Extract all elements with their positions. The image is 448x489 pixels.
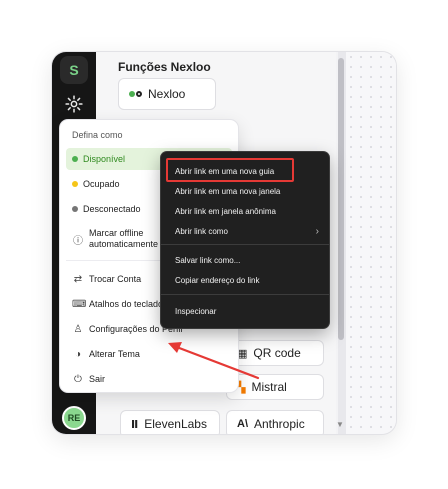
tool-label: Anthropic: [254, 417, 305, 431]
ctx-item-label: Abrir link em uma nova janela: [175, 186, 281, 196]
tool-button-anthropic[interactable]: A\ Anthropic: [226, 410, 324, 434]
browser-context-menu: Abrir link em uma nova guia Abrir link e…: [161, 152, 329, 328]
ctx-item-label: Inspecionar: [175, 306, 217, 316]
anthropic-icon: A\: [237, 418, 248, 430]
ctx-open-new-window[interactable]: Abrir link em uma nova janela: [175, 184, 319, 198]
status-dot-icon: [72, 156, 78, 162]
menu-item-label: Sair: [89, 374, 106, 384]
ctx-divider: [161, 244, 329, 245]
user-icon: ♙: [73, 323, 83, 335]
ctx-copy-link[interactable]: Copiar endereço do link: [175, 273, 319, 287]
scroll-down-arrow-icon[interactable]: ▼: [336, 420, 344, 429]
nexloo-button[interactable]: Nexloo: [118, 78, 216, 110]
theme-icon: ◑: [74, 348, 82, 360]
app-logo[interactable]: S: [60, 56, 88, 84]
ctx-divider: [161, 294, 329, 295]
gear-icon[interactable]: [64, 94, 84, 114]
power-icon: ⏻: [74, 373, 82, 385]
keyboard-icon: ⌨: [72, 298, 87, 310]
ctx-item-label: Abrir link em uma nova guia: [175, 166, 275, 176]
scrollbar-thumb[interactable]: [338, 58, 344, 340]
info-icon: ⓘ: [73, 235, 83, 247]
annotation-arrow: [168, 342, 260, 380]
ctx-open-link-as[interactable]: Abrir link como ›: [175, 224, 319, 238]
section-title: Funções Nexloo: [118, 60, 211, 74]
app-window: S RE Funções Nexloo Nexloo ▦ QR code ▚ M…: [52, 52, 396, 434]
ctx-open-incognito[interactable]: Abrir link em janela anônima: [175, 204, 319, 218]
status-label: Disponível: [83, 154, 126, 164]
tool-label: ElevenLabs: [144, 417, 207, 431]
status-dot-icon: [72, 181, 78, 187]
avatar[interactable]: RE: [62, 406, 86, 430]
nexloo-icon: [129, 91, 142, 97]
status-label: Desconectado: [83, 204, 141, 214]
ctx-open-new-tab[interactable]: Abrir link em uma nova guia: [175, 164, 319, 178]
status-dot-icon: [72, 206, 78, 212]
menu-item-label: Alterar Tema: [89, 349, 140, 359]
elevenlabs-icon: Ⅱ: [131, 418, 139, 431]
switch-icon: ⇄: [73, 273, 83, 285]
tool-button-elevenlabs[interactable]: Ⅱ ElevenLabs: [120, 410, 220, 434]
ctx-item-label: Abrir link como: [175, 226, 228, 236]
nexloo-label: Nexloo: [148, 87, 186, 101]
status-label: Ocupado: [83, 179, 120, 189]
ctx-item-label: Copiar endereço do link: [175, 275, 260, 285]
ctx-inspect[interactable]: Inspecionar: [175, 304, 319, 318]
canvas-area: [346, 52, 396, 434]
ctx-item-label: Salvar link como...: [175, 255, 241, 265]
chevron-right-icon: ›: [315, 225, 319, 237]
menu-item-label: Trocar Conta: [89, 274, 142, 284]
ctx-item-label: Abrir link em janela anônima: [175, 206, 276, 216]
status-menu-caption: Defina como: [72, 130, 123, 140]
ctx-save-link[interactable]: Salvar link como...: [175, 253, 319, 267]
menu-item-label: Atalhos do teclado: [89, 299, 164, 309]
